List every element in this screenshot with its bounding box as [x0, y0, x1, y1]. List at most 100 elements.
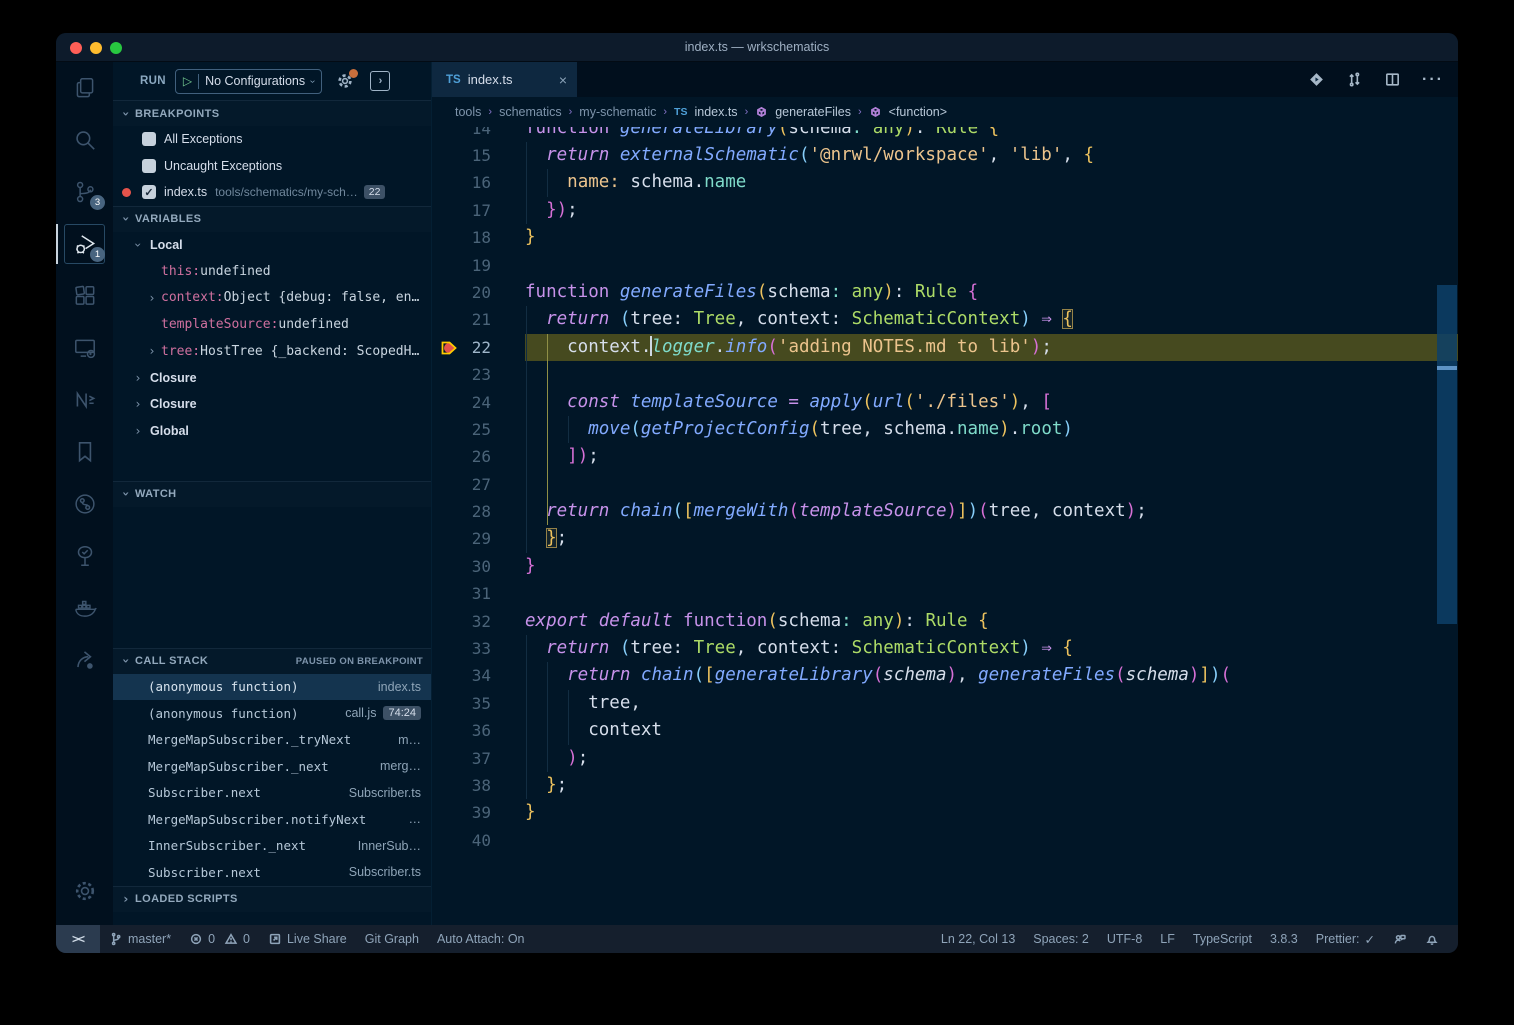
- gitlens-icon[interactable]: [56, 478, 113, 530]
- call-stack-frame[interactable]: Subscriber.nextSubscriber.ts: [113, 859, 431, 886]
- variable-scope-row[interactable]: ›Global: [113, 418, 431, 445]
- scrollbar-thumb[interactable]: [1437, 285, 1457, 624]
- call-stack-frame[interactable]: MergeMapSubscriber._nextmerg…: [113, 753, 431, 780]
- start-debug-icon[interactable]: ▷: [183, 74, 192, 88]
- breadcrumb-item[interactable]: <function>: [889, 105, 947, 119]
- language-mode-item[interactable]: TypeScript: [1193, 932, 1252, 946]
- variables-section-header[interactable]: › VARIABLES: [113, 206, 431, 232]
- breadcrumb[interactable]: tools›schematics›my-schematic›TSindex.ts…: [432, 97, 1458, 127]
- tab-index-ts[interactable]: TS index.ts ×: [432, 62, 577, 97]
- git-branch-item[interactable]: master*: [109, 932, 171, 946]
- call-stack-frame[interactable]: Subscriber.nextSubscriber.ts: [113, 780, 431, 807]
- notifications-bell-icon[interactable]: [1425, 932, 1439, 946]
- indentation-item[interactable]: Spaces: 2: [1033, 932, 1089, 946]
- explorer-icon[interactable]: [56, 62, 113, 114]
- code-line[interactable]: 37 );: [432, 745, 1458, 772]
- git-graph-item[interactable]: Git Graph: [365, 932, 419, 946]
- split-editor-icon[interactable]: [1384, 71, 1401, 88]
- code-line[interactable]: 29 };: [432, 525, 1458, 552]
- code-line[interactable]: 23: [432, 361, 1458, 388]
- variable-row[interactable]: templateSource: undefined: [113, 311, 431, 338]
- extensions-icon[interactable]: [56, 270, 113, 322]
- auto-attach-item[interactable]: Auto Attach: On: [437, 932, 525, 946]
- code-line[interactable]: 30}: [432, 553, 1458, 580]
- cursor-position-item[interactable]: Ln 22, Col 13: [941, 932, 1015, 946]
- settings-gear-icon[interactable]: [56, 865, 113, 917]
- feedback-icon[interactable]: [1393, 932, 1407, 946]
- code-line[interactable]: 40: [432, 827, 1458, 854]
- prettier-item[interactable]: Prettier: ✓: [1316, 932, 1375, 947]
- breadcrumb-item[interactable]: schematics: [499, 105, 562, 119]
- code-line[interactable]: 34 return chain([generateLibrary(schema)…: [432, 662, 1458, 689]
- debug-console-icon[interactable]: ›: [370, 71, 390, 91]
- code-line[interactable]: 20function generateFiles(schema: any): R…: [432, 279, 1458, 306]
- eol-item[interactable]: LF: [1160, 932, 1175, 946]
- code-line[interactable]: 25 move(getProjectConfig(tree, schema.na…: [432, 416, 1458, 443]
- code-line[interactable]: 19: [432, 252, 1458, 279]
- breadcrumb-item[interactable]: generateFiles: [775, 105, 851, 119]
- code-line[interactable]: 21 return (tree: Tree, context: Schemati…: [432, 306, 1458, 333]
- variable-scope-row[interactable]: ›Closure: [113, 364, 431, 391]
- run-debug-icon[interactable]: 1: [56, 218, 113, 270]
- code-line[interactable]: 15 return externalSchematic('@nrwl/works…: [432, 142, 1458, 169]
- code-viewport[interactable]: 14function generateLibrary(schema: any):…: [432, 127, 1458, 925]
- code-line[interactable]: 26 ]);: [432, 443, 1458, 470]
- breakpoint-checkbox[interactable]: [142, 132, 156, 146]
- code-line[interactable]: 33 return (tree: Tree, context: Schemati…: [432, 635, 1458, 662]
- live-share-item[interactable]: Live Share: [268, 932, 347, 946]
- call-stack-frame[interactable]: (anonymous function)index.ts: [113, 674, 431, 701]
- problems-item[interactable]: 0 0: [189, 932, 250, 946]
- call-stack-frame[interactable]: MergeMapSubscriber._tryNextm…: [113, 727, 431, 754]
- breadcrumb-item[interactable]: tools: [455, 105, 481, 119]
- remote-explorer-icon[interactable]: [56, 322, 113, 374]
- search-icon[interactable]: [56, 114, 113, 166]
- nx-console-icon[interactable]: [56, 374, 113, 426]
- breakpoint-row[interactable]: ✓index.tstools/schematics/my-sch…22: [113, 179, 431, 206]
- breakpoint-checkbox[interactable]: [142, 159, 156, 173]
- editor-scrollbar[interactable]: [1437, 127, 1458, 925]
- variable-row[interactable]: ›tree: HostTree {_backend: ScopedH…: [113, 338, 431, 365]
- more-actions-icon[interactable]: ···: [1422, 71, 1444, 89]
- code-line[interactable]: 24 const templateSource = apply(url('./f…: [432, 389, 1458, 416]
- live-share-icon[interactable]: [56, 634, 113, 686]
- code-line[interactable]: 17 });: [432, 197, 1458, 224]
- breakpoint-checkbox[interactable]: ✓: [142, 185, 156, 199]
- variable-scope-row[interactable]: ›Closure: [113, 391, 431, 418]
- code-line[interactable]: 35 tree,: [432, 690, 1458, 717]
- switch-changes-icon[interactable]: [1346, 71, 1363, 88]
- code-line[interactable]: 18}: [432, 224, 1458, 251]
- ts-version-item[interactable]: 3.8.3: [1270, 932, 1298, 946]
- breadcrumb-item[interactable]: index.ts: [694, 105, 737, 119]
- loaded-scripts-section-header[interactable]: › LOADED SCRIPTS: [113, 886, 431, 912]
- code-line[interactable]: 38 };: [432, 772, 1458, 799]
- code-line[interactable]: 31: [432, 580, 1458, 607]
- call-stack-frame[interactable]: MergeMapSubscriber.notifyNext…: [113, 806, 431, 833]
- configure-gear-icon[interactable]: [336, 72, 354, 90]
- code-line[interactable]: 36 context: [432, 717, 1458, 744]
- docker-icon[interactable]: [56, 582, 113, 634]
- call-stack-frame[interactable]: InnerSubscriber._nextInnerSub…: [113, 833, 431, 860]
- call-stack-frame[interactable]: (anonymous function)call.js74:24: [113, 700, 431, 727]
- gitlens-compare-icon[interactable]: [1308, 71, 1325, 88]
- variable-row[interactable]: this: undefined: [113, 258, 431, 285]
- breakpoint-row[interactable]: Uncaught Exceptions: [113, 153, 431, 180]
- breadcrumb-item[interactable]: my-schematic: [579, 105, 656, 119]
- code-line[interactable]: 14function generateLibrary(schema: any):…: [432, 127, 1458, 142]
- code-line[interactable]: 32export default function(schema: any): …: [432, 608, 1458, 635]
- code-line[interactable]: 16 name: schema.name: [432, 169, 1458, 196]
- call-stack-section-header[interactable]: › CALL STACK PAUSED ON BREAKPOINT: [113, 648, 431, 674]
- tab-close-icon[interactable]: ×: [559, 72, 567, 88]
- breakpoints-section-header[interactable]: › BREAKPOINTS: [113, 100, 431, 126]
- code-line[interactable]: 27: [432, 471, 1458, 498]
- bookmarks-icon[interactable]: [56, 426, 113, 478]
- source-control-icon[interactable]: 3: [56, 166, 113, 218]
- code-line[interactable]: 39}: [432, 799, 1458, 826]
- test-explorer-icon[interactable]: [56, 530, 113, 582]
- launch-config-dropdown[interactable]: ▷ No Configurations ›: [175, 69, 323, 94]
- code-line[interactable]: 22 context.logger.info('adding NOTES.md …: [432, 334, 1458, 361]
- watch-section-header[interactable]: › WATCH: [113, 481, 431, 507]
- breakpoint-row[interactable]: All Exceptions: [113, 126, 431, 153]
- variable-scope-row[interactable]: ›Local: [113, 232, 431, 259]
- code-line[interactable]: 28 return chain([mergeWith(templateSourc…: [432, 498, 1458, 525]
- remote-indicator[interactable]: ><: [56, 925, 100, 953]
